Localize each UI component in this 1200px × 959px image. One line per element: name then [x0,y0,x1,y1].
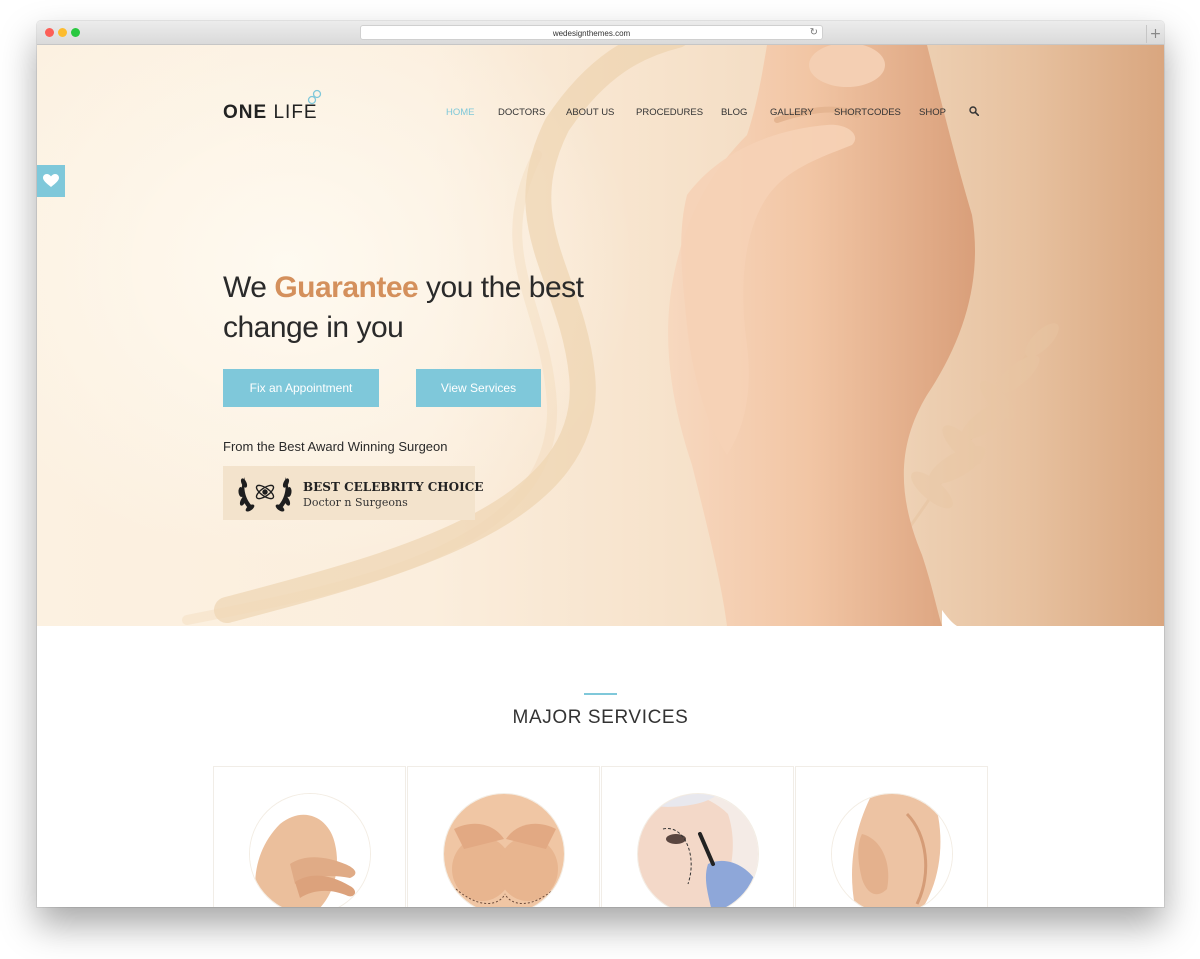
nav-item-home[interactable]: HOME [446,107,475,118]
nav-item-procedures[interactable]: PROCEDURES [636,107,703,118]
hero-model-illustration [668,45,975,626]
award-title: BEST CELEBRITY CHOICE [303,480,484,494]
service-card[interactable] [213,766,406,907]
nav-item-about-us[interactable]: ABOUT US [566,107,614,118]
nav-item-doctors[interactable]: DOCTORS [498,107,545,118]
headline-before: We [223,271,267,304]
headline-after-line2: change in you [223,311,404,344]
services-cards [213,766,988,907]
breast-augmentation-photo [443,793,565,907]
browser-titlebar: wedesignthemes.com ↻ + [37,21,1164,45]
reload-icon[interactable]: ↻ [810,26,818,40]
search-icon[interactable] [969,106,979,116]
award-badge: BEST CELEBRITY CHOICE Doctor n Surgeons [223,466,483,520]
headline-after-line1: you the best [426,271,584,304]
body-contour-photo [831,793,953,907]
address-bar-url: wedesignthemes.com [552,29,631,38]
service-card[interactable] [601,766,794,907]
minimize-window-button[interactable] [58,28,67,37]
plus-icon[interactable]: + [1146,25,1164,43]
award-subtitle: Doctor n Surgeons [303,496,408,509]
brand-name-bold: ONE [223,102,268,123]
nav-item-blog[interactable]: BLOG [721,107,747,118]
nav-item-shortcodes[interactable]: SHORTCODES [834,107,901,118]
service-card[interactable] [795,766,988,907]
address-bar[interactable]: wedesignthemes.com ↻ [360,25,823,40]
services-section-title: MAJOR SERVICES [512,707,689,728]
laurel-wreath-icon [238,477,292,512]
brand-logo[interactable]: ONE LIFE [223,102,318,124]
nav-item-shop[interactable]: SHOP [919,107,946,118]
logo-bubbles-icon [307,89,322,105]
heart-icon [43,174,59,187]
browser-window: wedesignthemes.com ↻ + ONE LIFE HOME DOC… [37,21,1164,907]
zoom-window-button[interactable] [71,28,80,37]
hero-headline: We Guarantee you the best change in you [223,268,643,348]
fix-appointment-button[interactable]: Fix an Appointment [223,369,379,407]
headline-accent: Guarantee [274,271,419,304]
hero-banner: ONE LIFE HOME DOCTORS ABOUT US PROCEDURE… [37,45,1164,626]
favorite-tab[interactable] [37,165,65,197]
close-window-button[interactable] [45,28,54,37]
nav-item-gallery[interactable]: GALLERY [770,107,814,118]
breast-procedure-photo [249,793,371,907]
facial-surgery-photo [637,793,759,907]
section-divider [584,693,617,695]
brand-name-light: LIFE [273,102,318,123]
view-services-button[interactable]: View Services [416,369,541,407]
award-caption: From the Best Award Winning Surgeon [223,439,448,454]
service-card[interactable] [407,766,600,907]
